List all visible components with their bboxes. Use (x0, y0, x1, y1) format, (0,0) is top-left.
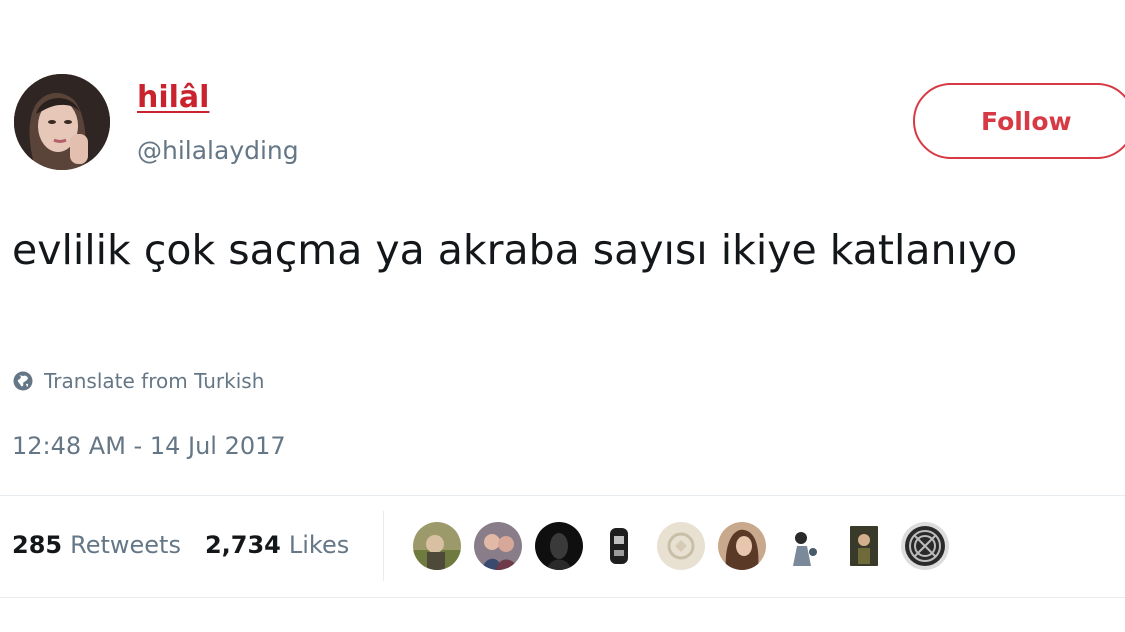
tweet-timestamp[interactable]: 12:48 AM - 14 Jul 2017 (12, 430, 286, 462)
retweets-label: Retweets (70, 531, 181, 559)
liker-avatar[interactable] (413, 522, 461, 570)
liker-avatar[interactable] (901, 522, 949, 570)
likes-count: 2,734 (204, 531, 281, 559)
engagement-stats: 285 Retweets 2,734 Likes (12, 530, 349, 560)
liker-avatar-icon (779, 522, 827, 570)
likes-label: Likes (288, 531, 350, 559)
liker-avatar-icon (413, 522, 461, 570)
user-handle[interactable]: @hilalayding (137, 136, 299, 166)
translate-link[interactable]: Translate from Turkish (12, 367, 264, 395)
liker-avatar[interactable] (535, 522, 583, 570)
profile-photo-icon (14, 74, 110, 170)
liker-avatar-icon (474, 522, 522, 570)
liker-avatar-icon (657, 522, 705, 570)
display-name[interactable]: hilâl (137, 80, 209, 116)
divider (0, 597, 1125, 598)
profile-avatar[interactable] (14, 74, 110, 170)
liker-avatar[interactable] (840, 522, 888, 570)
liker-avatar-icon (718, 522, 766, 570)
liker-avatar-icon (535, 522, 583, 570)
follow-button[interactable]: Follow (913, 83, 1125, 159)
translate-label: Translate from Turkish (44, 369, 265, 393)
liker-avatar[interactable] (474, 522, 522, 570)
divider (0, 495, 1125, 496)
tweet-text: evlilik çok saçma ya akraba sayısı ikiye… (12, 226, 1018, 274)
likes-stat[interactable]: 2,734 Likes (205, 530, 349, 560)
retweets-stat[interactable]: 285 Retweets (12, 530, 181, 560)
liker-avatar-icon (840, 522, 888, 570)
liker-avatar-icon (596, 522, 644, 570)
liker-avatar-icon (901, 522, 949, 570)
retweets-count: 285 (12, 531, 63, 559)
stats-separator (383, 511, 384, 581)
liker-avatar[interactable] (779, 522, 827, 570)
globe-icon (13, 371, 33, 391)
liker-avatars (413, 522, 973, 572)
liker-avatar[interactable] (718, 522, 766, 570)
liker-avatar[interactable] (657, 522, 705, 570)
liker-avatar[interactable] (596, 522, 644, 570)
